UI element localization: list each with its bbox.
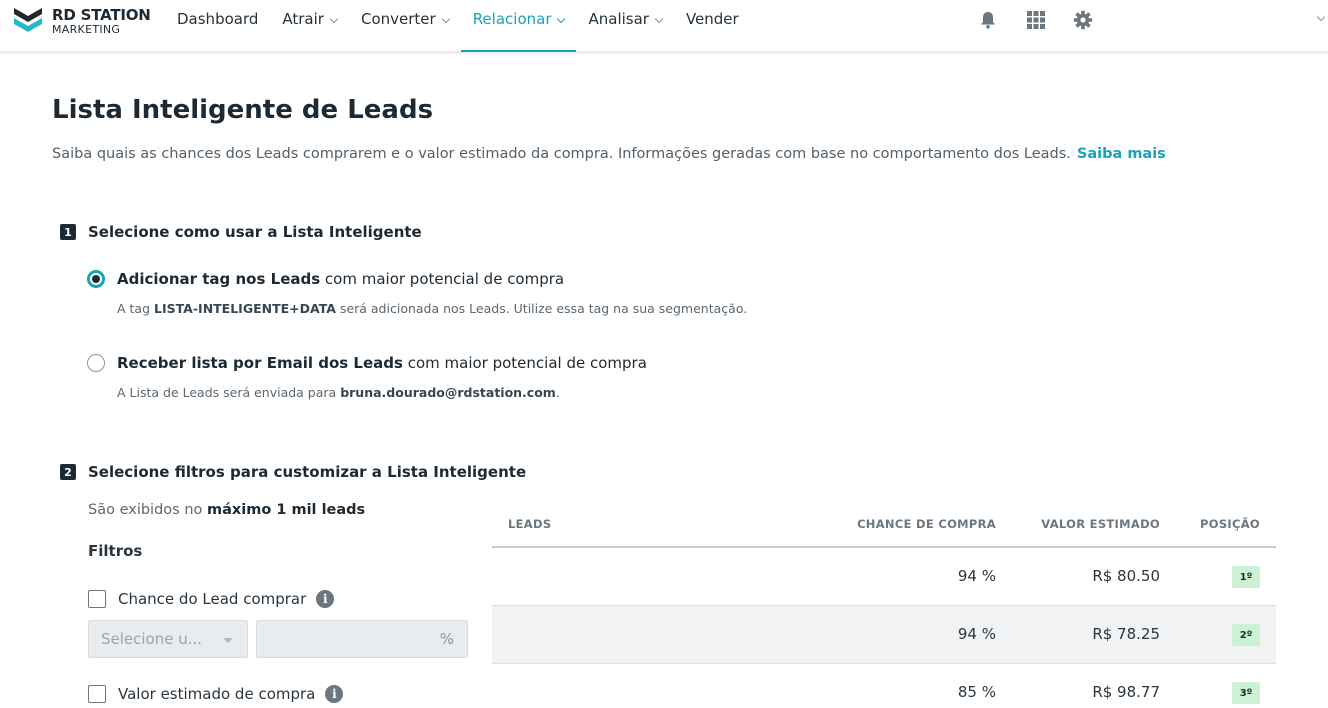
cell-chance: 94 %	[957, 625, 996, 643]
percent-symbol: %	[439, 630, 454, 648]
nav-dashboard-label: Dashboard	[177, 10, 259, 28]
option-add-tag[interactable]: Adicionar tag nos Leads com maior potenc…	[87, 270, 564, 288]
table-row[interactable]: 94 % R$ 80.50 1º	[492, 548, 1276, 606]
nav-analisar[interactable]: Analisar	[576, 0, 673, 52]
checkbox-chance[interactable]	[88, 590, 106, 608]
logo-text-secondary: MARKETING	[52, 23, 121, 36]
option-add-tag-rest: com maior potencial de compra	[320, 270, 565, 288]
page-description: Saiba quais as chances dos Leads comprar…	[52, 146, 1166, 162]
option-email-list-rest: com maior potencial de compra	[402, 354, 647, 372]
step-1-label: Selecione como usar a Lista Inteligente	[88, 223, 422, 241]
nav-atrair[interactable]: Atrair	[270, 0, 349, 52]
nav-analisar-label: Analisar	[588, 10, 649, 28]
bell-icon[interactable]	[978, 10, 998, 30]
nav-relacionar[interactable]: Relacionar	[460, 0, 577, 52]
option-add-tag-bold: Adicionar tag nos Leads	[117, 270, 321, 288]
caret-down-icon	[223, 638, 233, 643]
filters-title: Filtros	[88, 542, 143, 560]
position-badge: 1º	[1232, 566, 1260, 588]
step-1-number: 1	[60, 224, 76, 240]
email-address: bruna.dourado@rdstation.com	[340, 385, 556, 400]
page-title: Lista Inteligente de Leads	[52, 95, 434, 125]
chevron-down-icon	[654, 14, 664, 24]
nav-atrair-label: Atrair	[282, 10, 324, 28]
cell-chance: 94 %	[957, 567, 996, 585]
header-chance[interactable]: CHANCE DE COMPRA	[857, 517, 996, 531]
gear-icon[interactable]	[1073, 10, 1093, 30]
max-leads-pre: São exibidos no	[88, 502, 207, 518]
logo-text-primary: RD STATION	[52, 6, 151, 24]
step-1-header: 1 Selecione como usar a Lista Inteligent…	[60, 223, 422, 241]
table-header: LEADS CHANCE DE COMPRA VALOR ESTIMADO PO…	[492, 500, 1276, 548]
max-leads-bold: máximo 1 mil leads	[207, 502, 366, 518]
step-2-number: 2	[60, 464, 76, 480]
cell-value: R$ 80.50	[1092, 567, 1160, 585]
cell-value: R$ 98.77	[1092, 683, 1160, 701]
option-email-list-label: Receber lista por Email dos Leads com ma…	[117, 354, 647, 372]
step-2-label: Selecione filtros para customizar a List…	[88, 463, 527, 481]
rd-station-logo[interactable]: RD STATION MARKETING	[12, 4, 152, 36]
filter-value-label: Valor estimado de compra	[118, 685, 316, 703]
nav-vender[interactable]: Vender	[674, 0, 751, 52]
chance-operator-placeholder: Selecione u...	[101, 630, 203, 648]
option-add-tag-label: Adicionar tag nos Leads com maior potenc…	[117, 270, 564, 288]
step-2-header: 2 Selecione filtros para customizar a Li…	[60, 463, 526, 481]
nav-relacionar-label: Relacionar	[472, 10, 552, 28]
option-email-list-bold: Receber lista por Email dos Leads	[117, 354, 403, 372]
nav-converter[interactable]: Converter	[349, 0, 461, 52]
header-position[interactable]: POSIÇÃO	[1200, 517, 1260, 531]
chevron-down-icon	[557, 14, 566, 24]
radio-email-list[interactable]	[87, 354, 105, 372]
tag-name: LISTA-INTELIGENTE+DATA	[154, 301, 336, 316]
chevron-down-icon	[329, 14, 339, 24]
learn-more-link[interactable]: Saiba mais	[1077, 146, 1166, 162]
user-menu-chevron-icon[interactable]	[1316, 12, 1326, 22]
leads-table: LEADS CHANCE DE COMPRA VALOR ESTIMADO PO…	[492, 500, 1276, 708]
top-navbar: RD STATION MARKETING Dashboard Atrair Co…	[0, 0, 1328, 52]
chance-percent-input[interactable]: %	[256, 620, 468, 658]
nav-converter-label: Converter	[360, 10, 436, 28]
checkbox-value[interactable]	[88, 685, 106, 703]
option-email-list-help-post: .	[555, 385, 560, 400]
option-add-tag-help: A tag LISTA-INTELIGENTE+DATA será adicio…	[117, 301, 747, 316]
page-description-text: Saiba quais as chances dos Leads comprar…	[52, 146, 1071, 162]
max-leads-info: São exibidos no máximo 1 mil leads	[88, 502, 365, 518]
table-row[interactable]: 94 % R$ 78.25 2º	[492, 606, 1276, 664]
option-email-list[interactable]: Receber lista por Email dos Leads com ma…	[87, 354, 647, 372]
rd-logo-icon	[14, 8, 42, 32]
option-email-list-help: A Lista de Leads será enviada para bruna…	[117, 385, 560, 400]
header-leads[interactable]: LEADS	[508, 517, 551, 531]
chevron-down-icon	[441, 14, 450, 24]
option-add-tag-help-post: será adicionada nos Leads. Utilize essa …	[335, 301, 748, 316]
position-badge: 2º	[1232, 624, 1260, 646]
header-value[interactable]: VALOR ESTIMADO	[1041, 517, 1160, 531]
filter-value[interactable]: Valor estimado de compra i	[88, 685, 344, 703]
info-icon[interactable]: i	[325, 685, 344, 703]
filter-chance[interactable]: Chance do Lead comprar i	[88, 590, 335, 608]
info-icon[interactable]: i	[316, 590, 335, 608]
table-row[interactable]: 85 % R$ 98.77 3º	[492, 664, 1276, 708]
nav-dashboard[interactable]: Dashboard	[165, 0, 270, 52]
option-add-tag-help-pre: A tag	[117, 301, 154, 316]
cell-value: R$ 78.25	[1092, 625, 1160, 643]
apps-grid-icon[interactable]	[1026, 10, 1046, 30]
chance-operator-select[interactable]: Selecione u...	[88, 620, 248, 658]
nav-vender-label: Vender	[685, 10, 739, 28]
radio-add-tag[interactable]	[87, 270, 105, 288]
position-badge: 3º	[1232, 682, 1260, 704]
cell-chance: 85 %	[957, 683, 996, 701]
option-email-list-help-pre: A Lista de Leads será enviada para	[117, 385, 341, 400]
filter-chance-label: Chance do Lead comprar	[118, 590, 307, 608]
